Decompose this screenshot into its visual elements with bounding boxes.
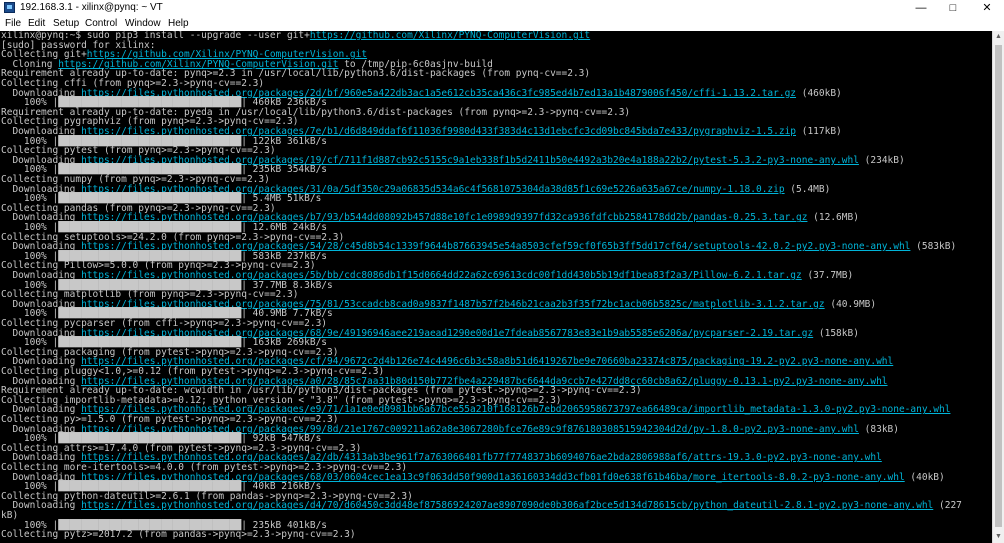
terminal-text: (12.6MB) <box>807 212 859 224</box>
maximize-button[interactable]: □ <box>938 0 968 16</box>
menu-help[interactable]: Help <box>168 17 189 30</box>
menu-setup[interactable]: Setup <box>53 17 79 30</box>
scroll-thumb[interactable] <box>995 45 1002 527</box>
terminal-text: (583kB) <box>910 241 957 253</box>
menu-edit[interactable]: Edit <box>28 17 45 30</box>
scroll-down-icon[interactable]: ▼ <box>993 531 1004 543</box>
teraterm-icon <box>4 2 15 13</box>
terminal-text: (234kB) <box>858 154 905 166</box>
title-bar: 192.168.3.1 - xilinx@pynq: ~ VT — □ ✕ <box>0 0 1004 16</box>
menu-window[interactable]: Window <box>125 17 161 30</box>
terminal-link[interactable]: https://files.pythonhosted.org/packages/… <box>81 500 933 511</box>
terminal-output[interactable]: xilinx@pynq:~$ sudo pip3 install --upgra… <box>0 31 992 543</box>
terminal-text: (158kB) <box>813 327 859 339</box>
terminal-text: (117kB) <box>796 126 842 137</box>
terminal-text: (40.9MB) <box>824 298 877 310</box>
menu-control[interactable]: Control <box>85 17 117 30</box>
minimize-button[interactable]: — <box>906 0 936 16</box>
terminal-text: (5.4MB) <box>784 183 831 195</box>
menu-file[interactable]: File <box>5 17 21 30</box>
terminal-link[interactable]: https://github.com/Xilinx/PYNQ-ComputerV… <box>310 31 590 41</box>
terminal-text: (460kB) <box>796 87 842 99</box>
terminal-text: (37.7MB) <box>801 270 854 281</box>
terminal-text: (40kB) <box>904 471 945 483</box>
terminal-text: Collecting pytz>=2017.2 (from pandas->py… <box>1 529 356 541</box>
scroll-up-icon[interactable]: ▲ <box>993 31 1004 43</box>
terminal-text: (227 <box>933 500 962 512</box>
window-title: 192.168.3.1 - xilinx@pynq: ~ VT <box>20 2 163 13</box>
close-button[interactable]: ✕ <box>972 0 1002 16</box>
vertical-scrollbar[interactable]: ▲ ▼ <box>992 31 1004 543</box>
terminal-line: Downloading https://files.pythonhosted.o… <box>1 500 962 512</box>
terminal-line: Collecting pytz>=2017.2 (from pandas->py… <box>1 530 356 540</box>
terminal-text: (83kB) <box>858 423 899 435</box>
menu-bar: File Edit Setup Control Window Help <box>0 16 1004 31</box>
